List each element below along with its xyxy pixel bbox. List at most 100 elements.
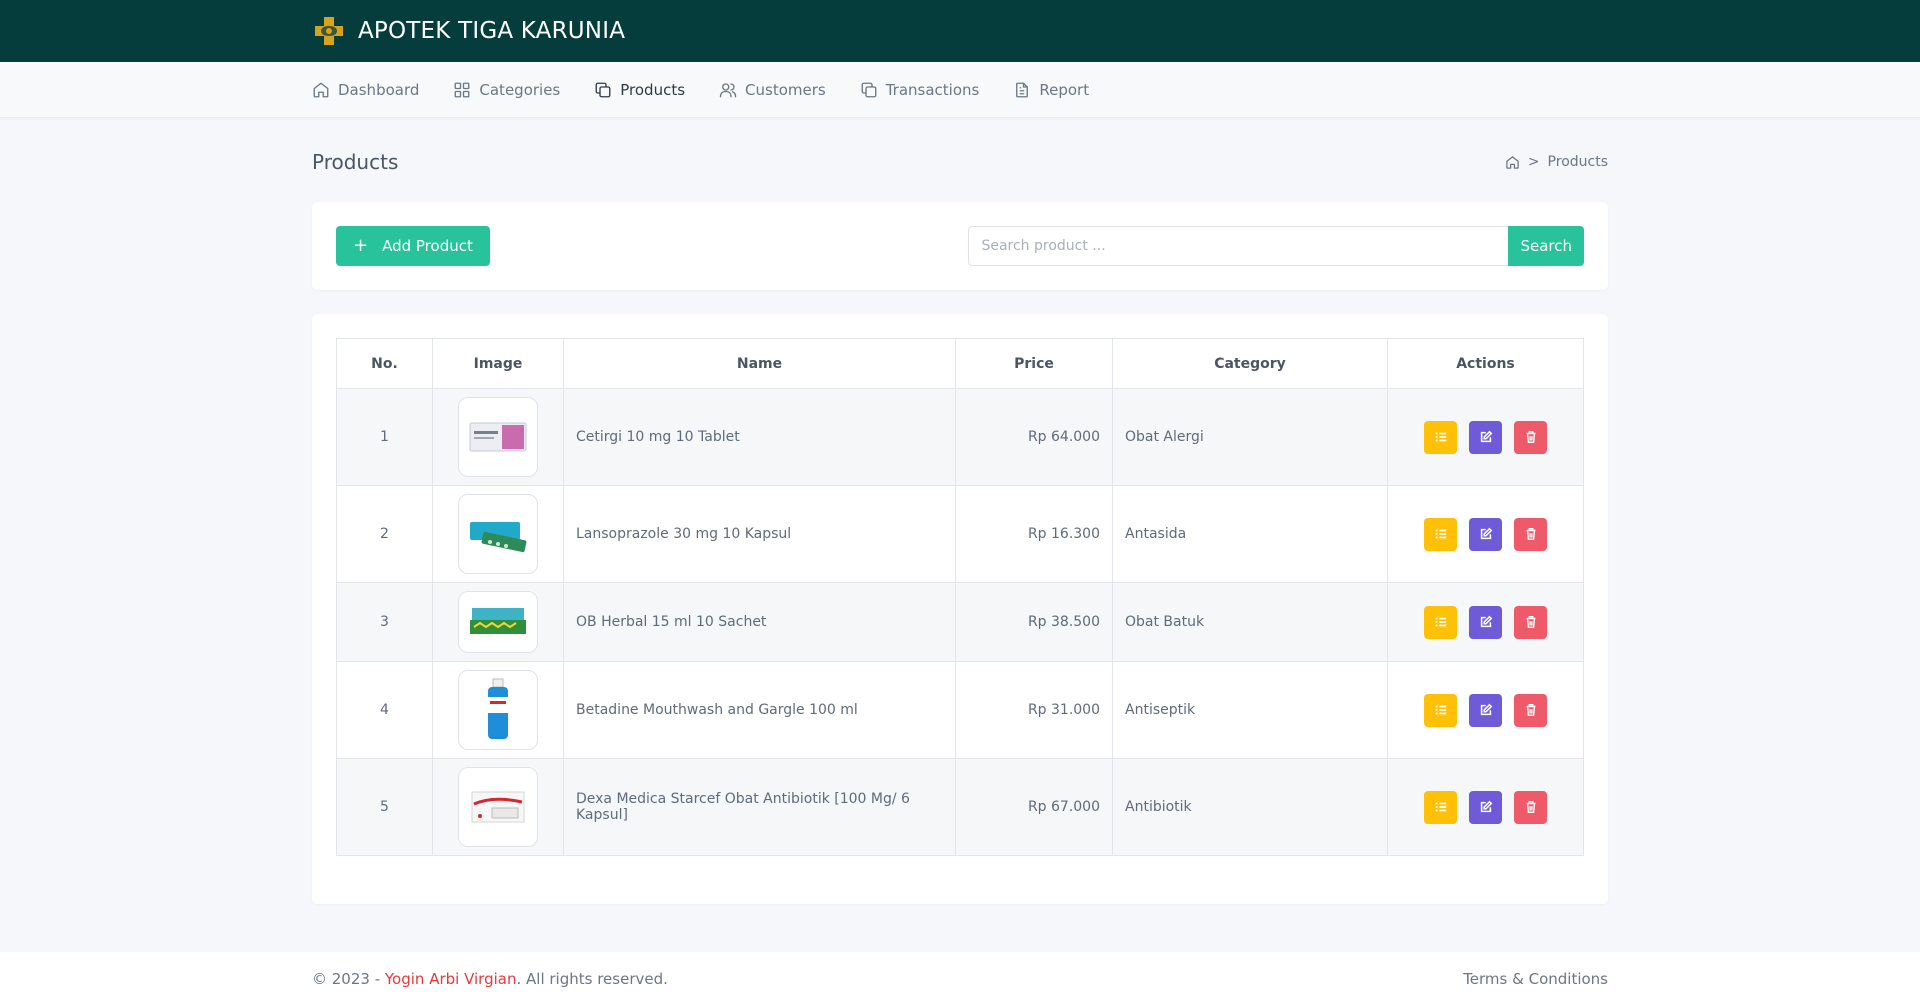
users-icon bbox=[719, 83, 737, 98]
nav-item-report[interactable]: Report bbox=[1013, 81, 1089, 99]
delete-button[interactable] bbox=[1514, 420, 1547, 454]
cell-image bbox=[432, 758, 564, 856]
cell-image bbox=[432, 388, 564, 486]
cell-price: Rp 67.000 bbox=[955, 758, 1113, 856]
cell-no: 5 bbox=[336, 758, 433, 856]
table-row: 3 OB Herbal 15 ml 10 Sachet Rp 38.500 Ob… bbox=[336, 582, 1584, 662]
cell-name: Cetirgi 10 mg 10 Tablet bbox=[563, 388, 956, 486]
author-link[interactable]: Yogin Arbi Virgian bbox=[385, 970, 517, 988]
column-header-actions: Actions bbox=[1387, 338, 1584, 389]
edit-button[interactable] bbox=[1469, 605, 1502, 639]
search-button[interactable]: Search bbox=[1508, 226, 1584, 266]
nav-item-label: Report bbox=[1039, 81, 1090, 99]
home-icon[interactable] bbox=[1505, 155, 1520, 170]
cell-actions bbox=[1387, 388, 1584, 486]
breadcrumb-current: Products bbox=[1547, 154, 1608, 170]
trash-icon bbox=[1526, 528, 1535, 540]
terms-link[interactable]: Terms & Conditions bbox=[1463, 970, 1608, 988]
detail-button[interactable] bbox=[1424, 693, 1457, 727]
home-icon bbox=[313, 82, 329, 98]
product-image bbox=[458, 397, 538, 477]
cell-price: Rp 64.000 bbox=[955, 388, 1113, 486]
cell-actions bbox=[1387, 582, 1584, 662]
trash-icon bbox=[1526, 431, 1535, 443]
copyright-suffix: . All rights reserved. bbox=[516, 970, 668, 988]
copy-icon bbox=[595, 82, 611, 98]
trash-icon bbox=[1526, 616, 1535, 628]
nav-item-label: Categories bbox=[479, 81, 561, 99]
edit-button[interactable] bbox=[1469, 693, 1502, 727]
nav-item-transactions[interactable]: Transactions bbox=[860, 81, 979, 99]
nav-item-customers[interactable]: Customers bbox=[719, 81, 826, 99]
cell-no: 3 bbox=[336, 582, 433, 662]
nav-item-label: Customers bbox=[745, 81, 826, 99]
cell-category: Obat Batuk bbox=[1112, 582, 1388, 662]
copyright: © 2023 - Yogin Arbi Virgian. All rights … bbox=[312, 970, 668, 988]
table-header-row: No. Image Name Price Category Actions bbox=[336, 338, 1584, 389]
cell-name: Dexa Medica Starcef Obat Antibiotik [100… bbox=[563, 758, 956, 856]
edit-button[interactable] bbox=[1469, 790, 1502, 824]
list-icon bbox=[1435, 617, 1446, 627]
page-title: Products bbox=[312, 150, 399, 174]
edit-button[interactable] bbox=[1469, 517, 1502, 551]
column-header-image: Image bbox=[432, 338, 564, 389]
cell-category: Antasida bbox=[1112, 485, 1388, 583]
product-image bbox=[458, 494, 538, 574]
cell-image bbox=[432, 485, 564, 583]
nav-item-categories[interactable]: Categories bbox=[453, 81, 560, 99]
copy-icon bbox=[861, 82, 877, 98]
edit-icon bbox=[1480, 615, 1492, 628]
page-header: Products > Products bbox=[312, 138, 1608, 186]
list-icon bbox=[1435, 529, 1446, 539]
cell-price: Rp 38.500 bbox=[955, 582, 1113, 662]
nav-item-products[interactable]: Products bbox=[594, 81, 685, 99]
detail-button[interactable] bbox=[1424, 790, 1457, 824]
column-header-price: Price bbox=[955, 338, 1113, 389]
trash-icon bbox=[1526, 801, 1535, 813]
detail-button[interactable] bbox=[1424, 420, 1457, 454]
delete-button[interactable] bbox=[1514, 605, 1547, 639]
products-table-card: No. Image Name Price Category Actions 1 bbox=[312, 314, 1608, 904]
products-table: No. Image Name Price Category Actions 1 bbox=[336, 338, 1584, 856]
cell-name: Betadine Mouthwash and Gargle 100 ml bbox=[563, 661, 956, 759]
toolbar-card: + Add Product Search bbox=[312, 202, 1608, 290]
detail-button[interactable] bbox=[1424, 605, 1457, 639]
list-icon bbox=[1435, 705, 1446, 715]
add-product-button[interactable]: + Add Product bbox=[336, 226, 490, 266]
product-image bbox=[458, 591, 538, 653]
delete-button[interactable] bbox=[1514, 517, 1547, 551]
edit-button[interactable] bbox=[1469, 420, 1502, 454]
cell-price: Rp 31.000 bbox=[955, 661, 1113, 759]
app-title[interactable]: APOTEK TIGA KARUNIA bbox=[358, 18, 625, 44]
cell-image bbox=[432, 661, 564, 759]
list-icon bbox=[1435, 432, 1446, 442]
cell-no: 2 bbox=[336, 485, 433, 583]
column-header-name: Name bbox=[563, 338, 956, 389]
delete-button[interactable] bbox=[1514, 693, 1547, 727]
nav-item-dashboard[interactable]: Dashboard bbox=[312, 81, 419, 99]
table-row: 1 Cetirgi 10 mg 10 Tablet Rp 64.000 Obat… bbox=[336, 388, 1584, 486]
breadcrumb: > Products bbox=[1505, 154, 1608, 170]
search-group: Search bbox=[968, 226, 1584, 266]
grid-icon bbox=[454, 82, 470, 98]
search-input[interactable] bbox=[968, 226, 1509, 266]
nav-item-label: Dashboard bbox=[338, 81, 420, 99]
breadcrumb-separator: > bbox=[1527, 154, 1540, 170]
plus-icon: + bbox=[353, 235, 369, 256]
detail-button[interactable] bbox=[1424, 517, 1457, 551]
cell-category: Obat Alergi bbox=[1112, 388, 1388, 486]
product-image bbox=[458, 767, 538, 847]
footer: © 2023 - Yogin Arbi Virgian. All rights … bbox=[0, 952, 1920, 1006]
column-header-no: No. bbox=[336, 338, 433, 389]
table-row: 4 Betadine Mouthwash and Gargle 100 ml R… bbox=[336, 661, 1584, 759]
cell-category: Antiseptik bbox=[1112, 661, 1388, 759]
cell-actions bbox=[1387, 758, 1584, 856]
column-header-category: Category bbox=[1112, 338, 1388, 389]
main-nav: Dashboard Categories Products Customers … bbox=[0, 62, 1920, 118]
delete-button[interactable] bbox=[1514, 790, 1547, 824]
cell-price: Rp 16.300 bbox=[955, 485, 1113, 583]
cell-category: Antibiotik bbox=[1112, 758, 1388, 856]
main-content: Products > Products + Add Product Search… bbox=[312, 118, 1608, 948]
list-icon bbox=[1435, 802, 1446, 812]
cell-no: 4 bbox=[336, 661, 433, 759]
